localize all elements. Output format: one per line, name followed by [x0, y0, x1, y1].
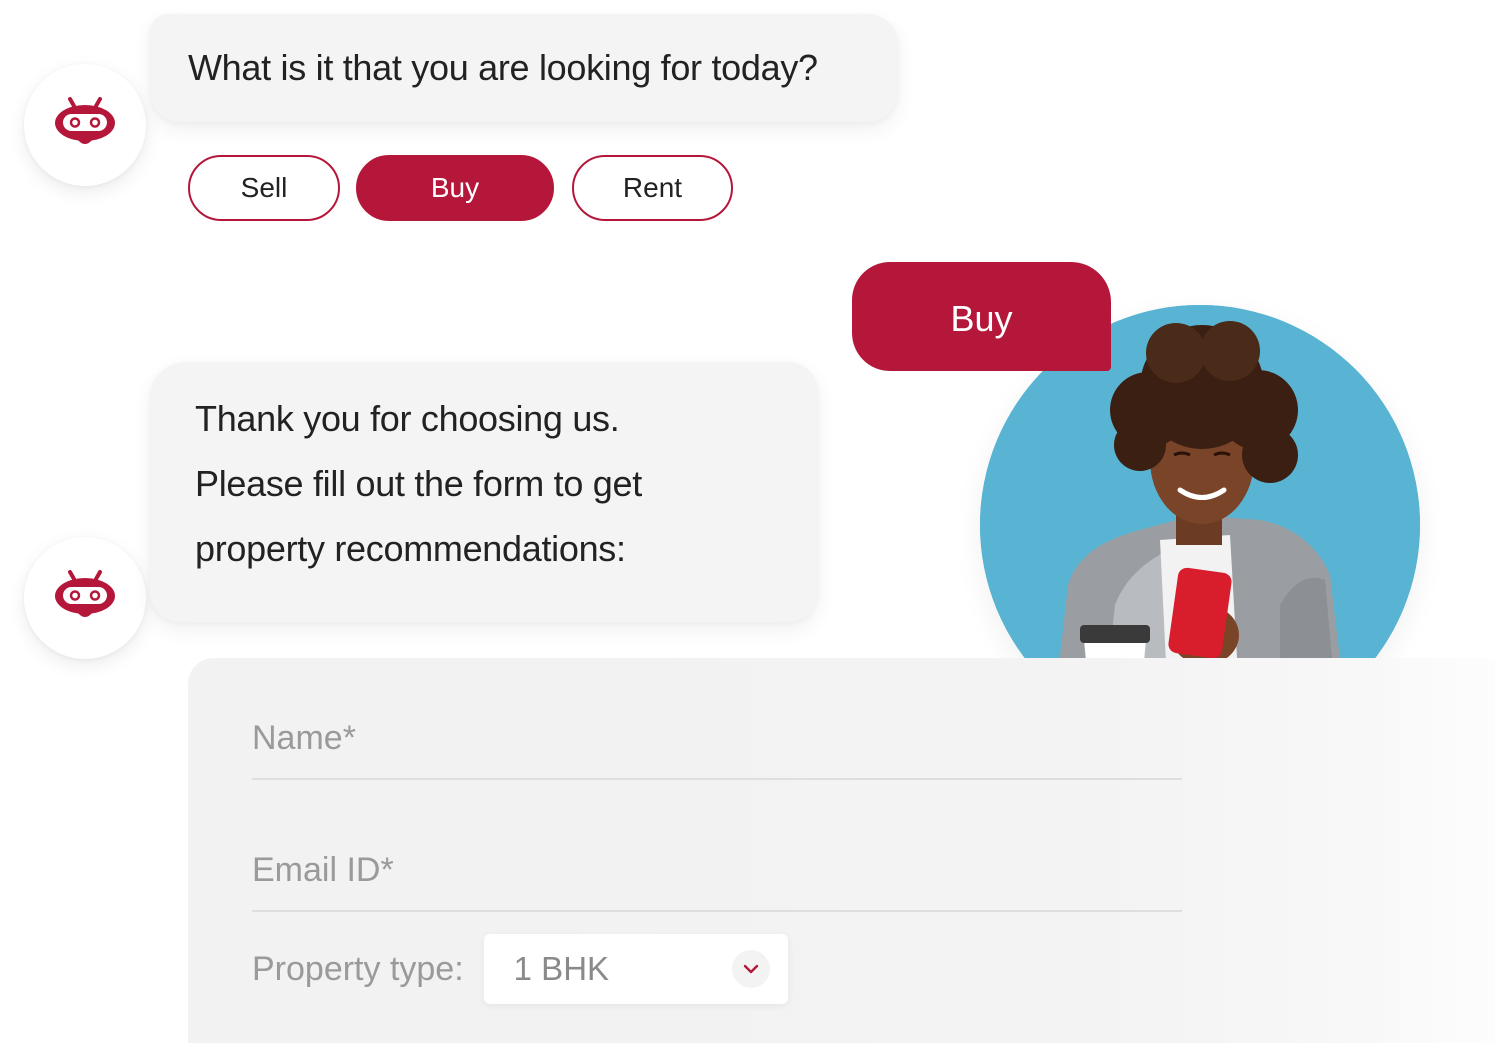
- email-field-container: [252, 780, 1182, 912]
- bot-avatar: [24, 64, 146, 186]
- property-type-value: 1 BHK: [513, 950, 610, 987]
- name-field-container: [252, 658, 1182, 780]
- bot-message-reply: Thank you for choosing us. Please fill o…: [150, 362, 818, 622]
- robot-icon: [55, 97, 115, 144]
- property-type-select[interactable]: 1 BHK: [483, 934, 788, 1004]
- chat-window: What is it that you are looking for toda…: [0, 0, 1495, 1043]
- buy-button[interactable]: Buy: [356, 155, 554, 221]
- property-type-row: Property type: 1 BHK: [252, 933, 788, 1005]
- bot-avatar: [24, 537, 146, 659]
- email-input[interactable]: [252, 851, 1182, 890]
- robot-icon: [55, 570, 115, 617]
- chevron-down-icon[interactable]: [731, 950, 770, 988]
- sell-button[interactable]: Sell: [188, 155, 340, 221]
- rent-button[interactable]: Rent: [572, 155, 733, 221]
- bot-reply-line: property recommendations:: [195, 528, 626, 569]
- bot-message-question: What is it that you are looking for toda…: [150, 14, 898, 122]
- user-message: Buy: [852, 262, 1111, 371]
- bot-question-text: What is it that you are looking for toda…: [188, 47, 818, 88]
- property-type-label: Property type:: [252, 949, 464, 988]
- bot-reply-line: Please fill out the form to get: [195, 463, 642, 504]
- bot-reply-line: Thank you for choosing us.: [195, 398, 620, 439]
- lead-form: Property type: 1 BHK: [188, 658, 1495, 1043]
- name-input[interactable]: [252, 719, 1182, 758]
